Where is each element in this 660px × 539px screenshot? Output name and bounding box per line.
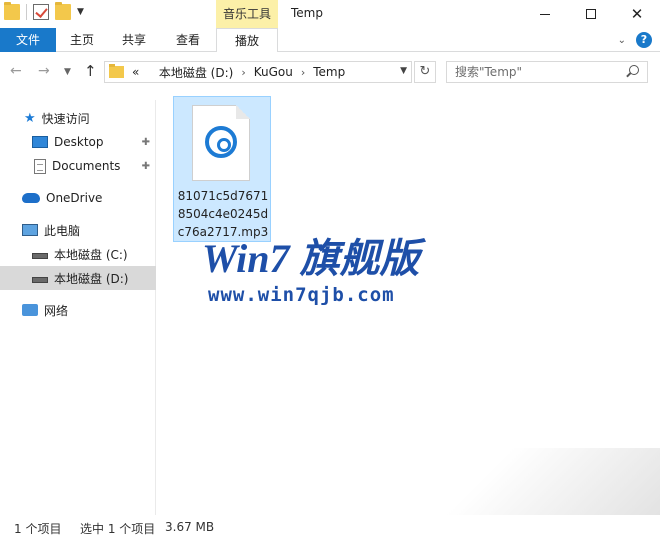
address-bar[interactable]: « 本地磁盘 (D:) › KuGou › Temp ▼	[104, 61, 412, 83]
search-icon[interactable]	[629, 65, 639, 75]
sidebar-item-this-pc[interactable]: 此电脑	[0, 218, 156, 242]
qat-divider	[26, 4, 27, 20]
sidebar-item-label: 网络	[44, 303, 69, 318]
folder-icon[interactable]	[4, 2, 20, 20]
item-count: 1 个项目	[14, 522, 62, 536]
sidebar-item-label: 此电脑	[44, 223, 81, 238]
file-name: 81071c5d76718504c4e0245dc76a2717.mp3	[177, 189, 269, 239]
up-arrow-icon[interactable]: ↑	[84, 62, 97, 80]
back-arrow-icon[interactable]: ←	[10, 63, 22, 79]
title-bar: ▼ 音乐工具 Temp ✕	[0, 0, 660, 28]
close-icon: ✕	[630, 4, 644, 23]
refresh-button[interactable]: ↻	[414, 61, 436, 83]
pin-icon: ✚	[141, 136, 150, 148]
sidebar-item-network[interactable]: 网络	[0, 298, 156, 322]
maximize-button[interactable]	[568, 0, 614, 28]
quick-access-toolbar: ▼	[4, 2, 84, 20]
sidebar-item-label: 快速访问	[41, 111, 90, 126]
audio-file-icon	[192, 105, 250, 181]
tab-file[interactable]: 文件	[0, 28, 56, 52]
documents-icon	[34, 158, 46, 174]
network-icon	[22, 304, 38, 316]
help-icon[interactable]: ?	[636, 32, 652, 48]
minimize-button[interactable]	[522, 0, 568, 28]
tab-play[interactable]: 播放	[216, 28, 278, 53]
tab-view[interactable]: 查看	[166, 28, 210, 52]
tab-home[interactable]: 主页	[60, 28, 104, 52]
breadcrumb-separator-icon	[147, 66, 151, 79]
chevron-down-icon[interactable]: ▼	[77, 7, 84, 17]
minimize-icon	[540, 13, 550, 15]
watermark-title: Win7 旗舰版	[202, 236, 426, 280]
breadcrumb-separator-icon[interactable]: ›	[301, 66, 305, 79]
file-item[interactable]: 81071c5d76718504c4e0245dc76a2717.mp3	[173, 96, 271, 242]
sidebar-item-documents[interactable]: Documents ✚	[0, 154, 156, 178]
navigation-bar: ← → ▼ ↑ « 本地磁盘 (D:) › KuGou › Temp ▼ ↻ 搜…	[0, 52, 660, 90]
drive-icon	[32, 277, 48, 283]
breadcrumb-separator-icon[interactable]: ›	[241, 66, 245, 79]
folder-icon	[109, 64, 124, 78]
selected-size: 3.67 MB	[165, 520, 215, 534]
window-title: Temp	[291, 6, 323, 20]
status-bar: 1 个项目 选中 1 个项目 3.67 MB	[0, 515, 660, 539]
search-placeholder: 搜索"Temp"	[455, 65, 523, 79]
sidebar-item-label: Desktop	[54, 135, 104, 149]
tab-share[interactable]: 共享	[112, 28, 156, 52]
cloud-icon	[22, 193, 40, 203]
properties-icon[interactable]	[33, 4, 49, 20]
sidebar-item-desktop[interactable]: Desktop ✚	[0, 130, 156, 154]
watermark-url: www.win7qjb.com	[208, 284, 395, 306]
chevron-down-icon[interactable]: ⌄	[618, 35, 626, 46]
star-icon: ★	[24, 110, 36, 126]
sidebar-item-label: 本地磁盘 (C:)	[54, 247, 128, 262]
desktop-icon	[32, 136, 48, 148]
new-folder-icon[interactable]	[55, 2, 71, 20]
ribbon-right-controls: ⌄ ?	[618, 32, 652, 48]
selected-count: 选中 1 个项目	[80, 522, 156, 536]
ribbon-tabs: 文件 主页 共享 查看 播放 ⌄ ?	[0, 28, 660, 53]
sidebar-item-label: Documents	[52, 159, 121, 173]
sidebar-item-quick-access[interactable]: ★ 快速访问	[0, 106, 156, 130]
breadcrumb-kugou[interactable]: KuGou	[254, 65, 293, 79]
music-tools-context-label: 音乐工具	[216, 0, 278, 28]
maximize-icon	[586, 9, 596, 19]
drive-icon	[32, 253, 48, 259]
close-button[interactable]: ✕	[614, 0, 660, 28]
sidebar-item-label: 本地磁盘 (D:)	[54, 271, 129, 286]
refresh-icon: ↻	[419, 64, 431, 79]
breadcrumb-temp[interactable]: Temp	[313, 65, 345, 79]
sidebar-item-drive-c[interactable]: 本地磁盘 (C:)	[0, 242, 156, 266]
breadcrumb-overflow[interactable]: «	[132, 65, 139, 79]
forward-arrow-icon[interactable]: →	[38, 63, 50, 79]
pin-icon: ✚	[141, 160, 150, 172]
sidebar-item-onedrive[interactable]: OneDrive	[0, 186, 156, 210]
sidebar-item-drive-d[interactable]: 本地磁盘 (D:)	[0, 266, 156, 290]
computer-icon	[22, 224, 38, 236]
sidebar-item-label: OneDrive	[46, 191, 103, 205]
navigation-pane: ★ 快速访问 Desktop ✚ Documents ✚ OneDrive 此电…	[0, 100, 156, 515]
search-input[interactable]: 搜索"Temp"	[446, 61, 648, 83]
watermark-logo: Win7 旗舰版	[202, 236, 426, 280]
breadcrumb-drive-d[interactable]: 本地磁盘 (D:)	[159, 64, 233, 81]
recent-locations-chevron-icon[interactable]: ▼	[64, 67, 71, 77]
address-dropdown-icon[interactable]: ▼	[400, 66, 407, 76]
music-disc-icon	[205, 126, 237, 158]
